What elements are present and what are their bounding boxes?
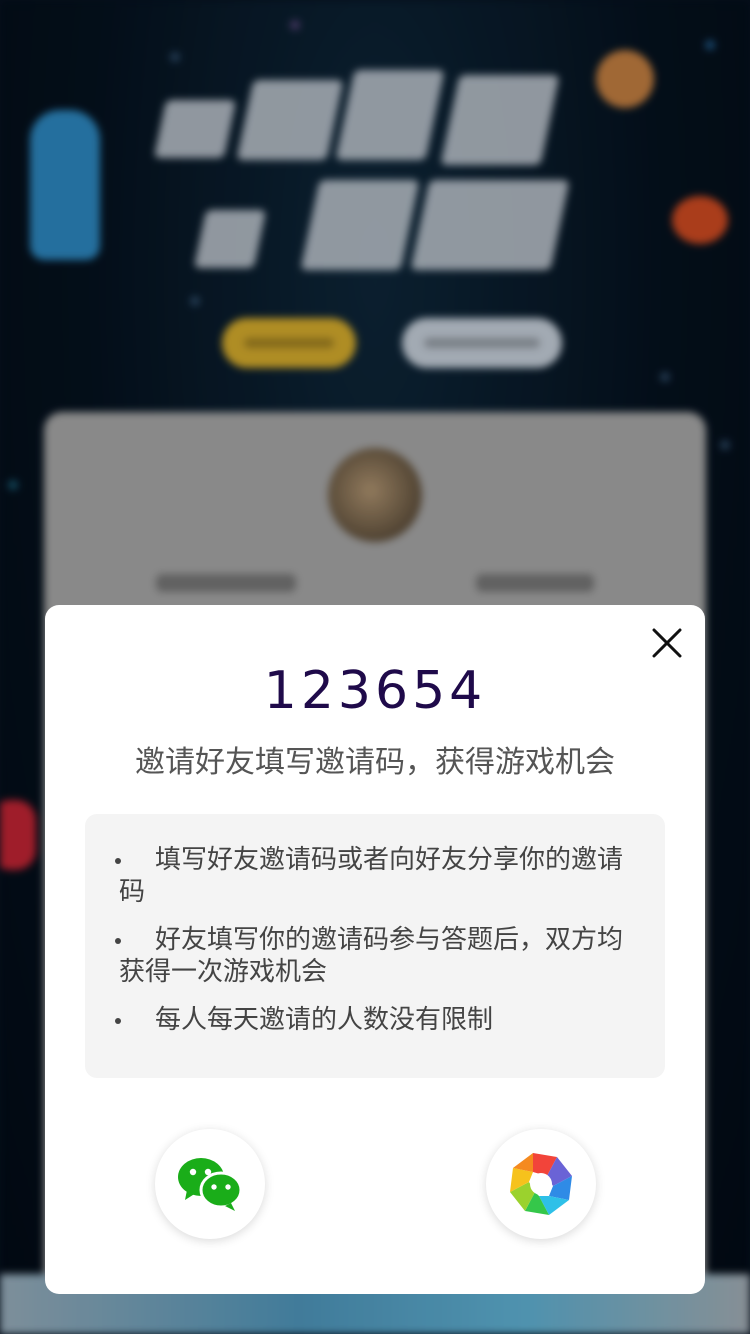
- wechat-icon: [178, 1158, 243, 1211]
- invite-modal: 123654 邀请好友填写邀请码，获得游戏机会 填写好友邀请码或者向好友分享你的…: [45, 605, 705, 1294]
- close-button[interactable]: [651, 627, 683, 659]
- rule-item: 每人每天邀请的人数没有限制: [115, 1004, 631, 1036]
- share-wechat-button[interactable]: [155, 1129, 265, 1239]
- invite-code: 123654: [263, 661, 487, 721]
- rule-item: 填写好友邀请码或者向好友分享你的邀请码: [115, 844, 631, 908]
- share-moments-button[interactable]: [486, 1129, 596, 1239]
- rule-text: 好友填写你的邀请码参与答题后，双方均获得一次游戏机会: [119, 925, 624, 987]
- close-icon: [652, 628, 682, 658]
- bullet-icon: [115, 938, 121, 944]
- rule-text: 填写好友邀请码或者向好友分享你的邀请码: [119, 845, 624, 907]
- rule-item: 好友填写你的邀请码参与答题后，双方均获得一次游戏机会: [115, 924, 631, 988]
- bullet-icon: [115, 858, 121, 864]
- rule-text: 每人每天邀请的人数没有限制: [155, 1005, 494, 1035]
- invite-subtitle: 邀请好友填写邀请码，获得游戏机会: [135, 745, 615, 780]
- moments-icon: [510, 1153, 572, 1215]
- rules-list: 填写好友邀请码或者向好友分享你的邀请码 好友填写你的邀请码参与答题后，双方均获得…: [115, 844, 631, 1036]
- bullet-icon: [115, 1018, 121, 1024]
- rules-box: 填写好友邀请码或者向好友分享你的邀请码 好友填写你的邀请码参与答题后，双方均获得…: [85, 814, 665, 1078]
